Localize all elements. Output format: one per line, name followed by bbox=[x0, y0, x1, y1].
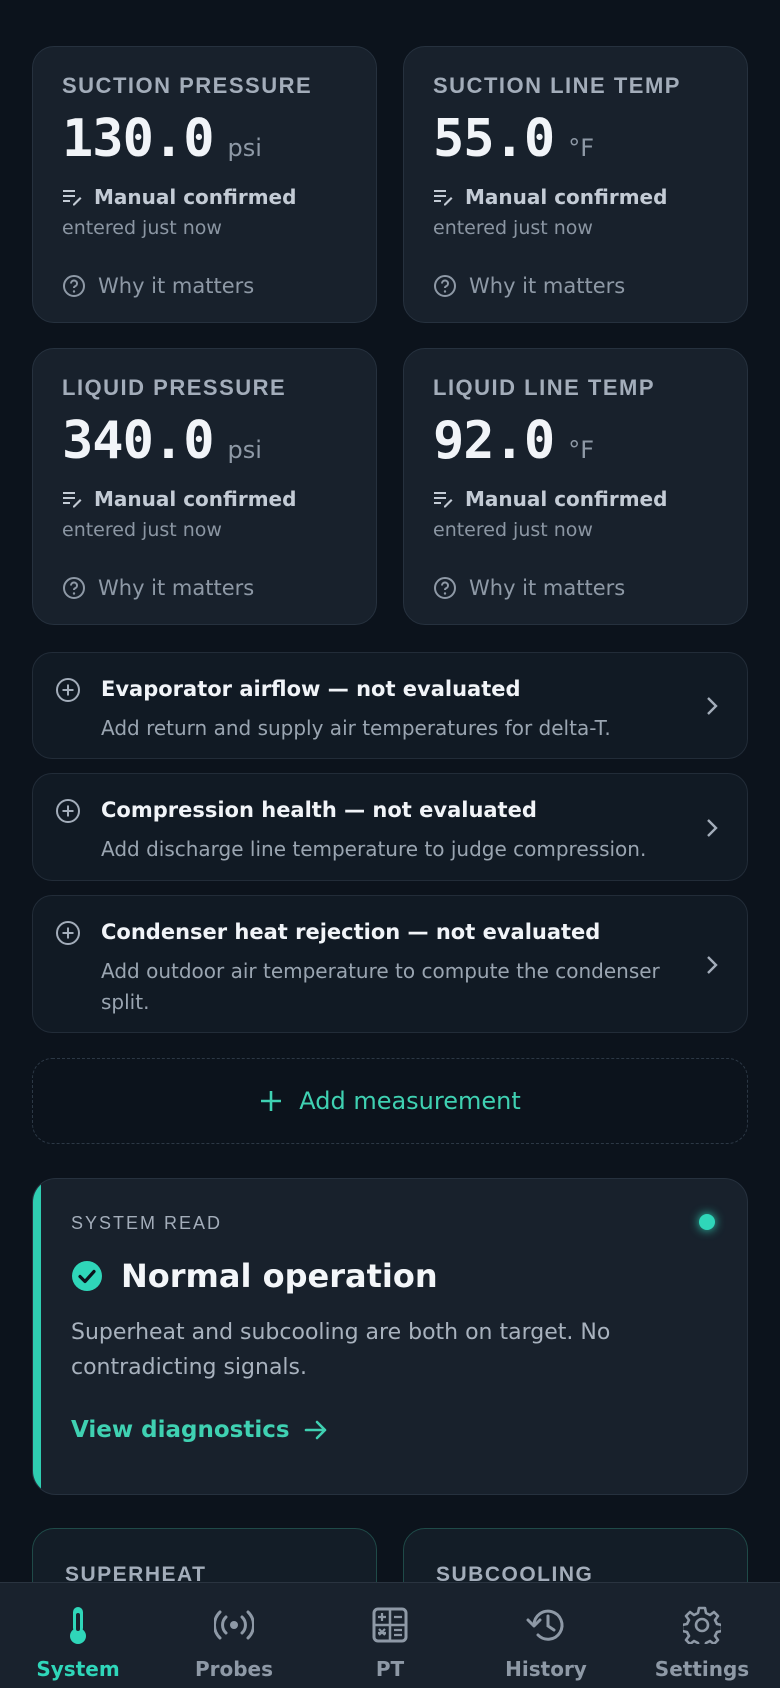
not-evaluated-row-evaporator-airflow[interactable]: Evaporator airflow — not evaluated Add r… bbox=[32, 652, 748, 759]
manual-edit-icon bbox=[63, 190, 82, 206]
measurement-value: 55.0 bbox=[433, 109, 555, 169]
system-status: Normal operation bbox=[71, 1257, 438, 1295]
view-diagnostics-label: View diagnostics bbox=[71, 1417, 290, 1443]
measurement-source: Manual confirmed bbox=[465, 185, 668, 209]
nav-label: System bbox=[36, 1657, 120, 1681]
measurement-source: Manual confirmed bbox=[94, 487, 297, 511]
plus-icon bbox=[261, 1091, 282, 1111]
not-evaluated-row-compression-health[interactable]: Compression health — not evaluated Add d… bbox=[32, 773, 748, 881]
measurement-label: SUCTION LINE TEMP bbox=[433, 73, 681, 98]
chevron-right-icon bbox=[707, 956, 718, 974]
add-circle-icon bbox=[56, 678, 80, 702]
measurement-value: 130.0 bbox=[62, 109, 215, 169]
measurement-card-liquid-pressure[interactable]: LIQUID PRESSURE 340.0 psi Manual confirm… bbox=[32, 348, 377, 625]
system-status-text: Normal operation bbox=[121, 1257, 438, 1295]
row-subtitle: Add discharge line temperature to judge … bbox=[101, 837, 647, 861]
measurement-unit: °F bbox=[568, 134, 595, 162]
help-icon bbox=[63, 275, 85, 297]
why-it-matters-link[interactable]: Why it matters bbox=[433, 274, 625, 298]
measurement-unit: psi bbox=[227, 134, 262, 162]
thermometer-icon bbox=[70, 1607, 86, 1644]
measurement-card-suction-pressure[interactable]: SUCTION PRESSURE 130.0 psi Manual confir… bbox=[32, 46, 377, 323]
help-icon bbox=[434, 577, 456, 599]
why-label: Why it matters bbox=[469, 576, 626, 600]
screen: SUCTION PRESSURE 130.0 psi Manual confir… bbox=[0, 0, 780, 1688]
bottom-nav: System Probes PT History Settings bbox=[0, 1582, 780, 1688]
measurement-label: LIQUID LINE TEMP bbox=[433, 375, 655, 400]
history-icon bbox=[526, 1609, 564, 1641]
help-icon bbox=[63, 577, 85, 599]
row-subtitle: Add outdoor air temperature to compute t… bbox=[101, 959, 660, 1014]
nav-label: PT bbox=[375, 1657, 405, 1681]
measurement-source: Manual confirmed bbox=[465, 487, 668, 511]
manual-edit-icon bbox=[63, 492, 82, 508]
row-title: Compression health — not evaluated bbox=[101, 798, 537, 822]
nav-item-settings[interactable]: Settings bbox=[624, 1583, 780, 1688]
why-label: Why it matters bbox=[98, 576, 255, 600]
view-diagnostics-link[interactable]: View diagnostics bbox=[71, 1417, 328, 1443]
nav-item-pt[interactable]: PT bbox=[312, 1583, 468, 1688]
nav-label: Settings bbox=[654, 1657, 750, 1681]
measurement-unit: °F bbox=[568, 436, 595, 464]
add-measurement-label: Add measurement bbox=[299, 1087, 521, 1115]
add-circle-icon bbox=[56, 799, 80, 823]
manual-edit-icon bbox=[434, 190, 453, 206]
status-dot bbox=[699, 1214, 715, 1230]
calculator-icon bbox=[372, 1607, 408, 1643]
gear-icon bbox=[683, 1606, 721, 1644]
nav-item-history[interactable]: History bbox=[468, 1583, 624, 1688]
row-title: Evaporator airflow — not evaluated bbox=[101, 677, 521, 701]
measurement-unit: psi bbox=[227, 436, 262, 464]
row-title: Condenser heat rejection — not evaluated bbox=[101, 920, 601, 944]
measurement-card-suction-line-temp[interactable]: SUCTION LINE TEMP 55.0 °F Manual confirm… bbox=[403, 46, 748, 323]
measurement-entered: entered just now bbox=[62, 519, 222, 541]
row-subtitle: Add return and supply air temperatures f… bbox=[101, 716, 611, 740]
nav-label: Probes bbox=[194, 1657, 274, 1681]
broadcast-icon bbox=[214, 1610, 254, 1640]
measurement-entered: entered just now bbox=[433, 217, 593, 239]
why-it-matters-link[interactable]: Why it matters bbox=[62, 576, 254, 600]
why-label: Why it matters bbox=[469, 274, 626, 298]
manual-edit-icon bbox=[434, 492, 453, 508]
measurement-source: Manual confirmed bbox=[94, 185, 297, 209]
why-it-matters-link[interactable]: Why it matters bbox=[433, 576, 625, 600]
measurement-value: 92.0 bbox=[433, 411, 555, 471]
system-read-label: SYSTEM READ bbox=[71, 1213, 223, 1233]
measurement-label: LIQUID PRESSURE bbox=[62, 375, 287, 400]
measurement-entered: entered just now bbox=[62, 217, 222, 239]
status-accent-bar bbox=[33, 1179, 41, 1494]
measurement-label: SUCTION PRESSURE bbox=[62, 73, 313, 98]
system-description: Superheat and subcooling are both on tar… bbox=[71, 1320, 611, 1380]
check-circle-icon bbox=[72, 1261, 102, 1291]
measurement-entered: entered just now bbox=[433, 519, 593, 541]
help-icon bbox=[434, 275, 456, 297]
why-it-matters-link[interactable]: Why it matters bbox=[62, 274, 254, 298]
measurement-card-liquid-line-temp[interactable]: LIQUID LINE TEMP 92.0 °F Manual confirme… bbox=[403, 348, 748, 625]
nav-item-system[interactable]: System bbox=[0, 1583, 156, 1688]
measurement-value: 340.0 bbox=[62, 411, 215, 471]
nav-item-probes[interactable]: Probes bbox=[156, 1583, 312, 1688]
not-evaluated-row-condenser-heat-rejection[interactable]: Condenser heat rejection — not evaluated… bbox=[32, 895, 748, 1033]
nav-label: History bbox=[505, 1657, 587, 1681]
chevron-right-icon bbox=[707, 697, 718, 715]
arrow-right-icon bbox=[304, 1420, 326, 1440]
chevron-right-icon bbox=[707, 819, 718, 837]
add-circle-icon bbox=[56, 921, 80, 945]
why-label: Why it matters bbox=[98, 274, 255, 298]
system-read-card: SYSTEM READ Normal operation Superheat a… bbox=[32, 1178, 748, 1495]
add-measurement-button[interactable]: Add measurement bbox=[32, 1058, 748, 1144]
